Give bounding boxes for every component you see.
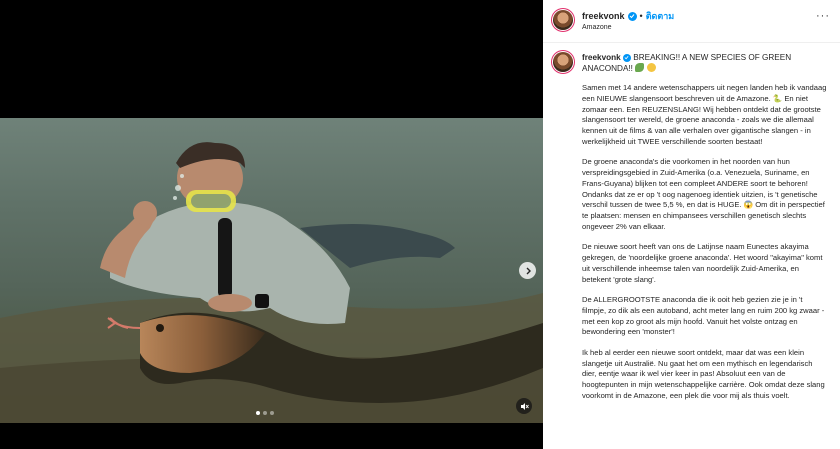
post-media[interactable] (0, 0, 543, 449)
snake-emoji-icon (635, 63, 645, 72)
mute-button[interactable] (516, 398, 532, 414)
post-photo[interactable] (0, 118, 543, 423)
avatar[interactable] (553, 10, 573, 30)
caption-paragraph: Ik heb al eerder een nieuwe soort ontdek… (582, 347, 827, 400)
shocked-face-emoji-icon (646, 63, 656, 72)
underwater-scene (0, 142, 543, 423)
chevron-right-icon (526, 267, 531, 274)
location-link[interactable]: Amazone (582, 24, 612, 31)
carousel-dot (256, 411, 260, 415)
next-slide-button[interactable] (519, 262, 536, 279)
caption-body: Samen met 14 andere wetenschappers uit n… (582, 83, 828, 411)
separator: • (639, 11, 643, 21)
verified-badge-icon (622, 53, 631, 62)
carousel-dot (270, 411, 274, 415)
follow-button[interactable]: ติดตาม (646, 9, 675, 23)
caption-headline-row: freekvonk BREAKING!! A NEW SPECIES OF GR… (582, 52, 827, 74)
caption-paragraph: Samen met 14 andere wetenschappers uit n… (582, 83, 829, 146)
speaker-muted-icon (520, 402, 529, 410)
username-link[interactable]: freekvonk (582, 11, 625, 21)
verified-badge-icon (627, 11, 637, 21)
carousel-indicator (256, 411, 274, 415)
header-user-row: freekvonk • ติดตาม (582, 9, 674, 23)
caption-paragraph: De groene anaconda's die voorkomen in he… (582, 157, 827, 232)
carousel-dot (263, 411, 267, 415)
caption-paragraph: De ALLERGROOTSTE anaconda die ik ooit he… (582, 295, 827, 337)
post-side-panel: freekvonk • ติดตาม Amazone ··· freekvonk… (543, 0, 840, 449)
caption-paragraph: De nieuwe soort heeft van ons de Latijns… (582, 242, 825, 284)
more-options-button[interactable]: ··· (816, 10, 830, 22)
avatar[interactable] (553, 52, 573, 72)
post-header: freekvonk • ติดตาม Amazone ··· (543, 0, 840, 43)
caption-username[interactable]: freekvonk (582, 53, 621, 62)
